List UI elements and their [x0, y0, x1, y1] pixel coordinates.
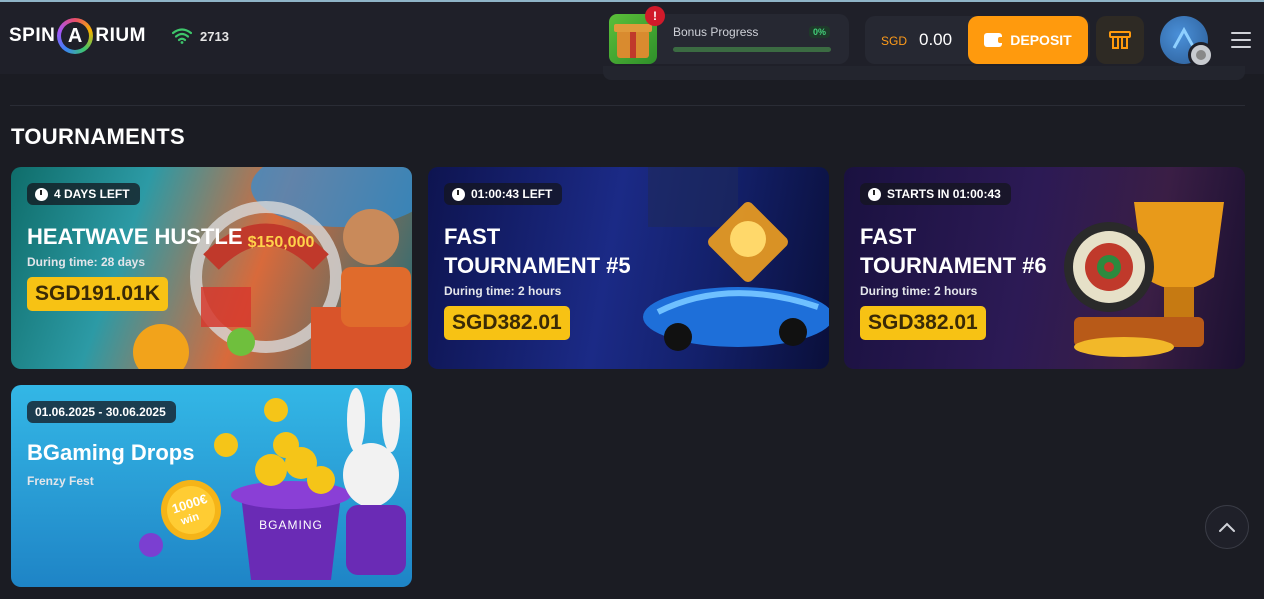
top-header: SPIN A RIUM 2713 ! Bonus Progress 0% SGD…	[0, 2, 1264, 74]
bonus-progress-percent: 0%	[809, 26, 831, 38]
tournament-title-line1: FAST	[860, 224, 917, 249]
tournament-card-fast-6[interactable]: STARTS IN 01:00:43 FAST TOURNAMENT #6 Du…	[844, 167, 1245, 369]
deposit-button[interactable]: DEPOSIT	[968, 16, 1088, 64]
logo-text-right: RIUM	[95, 25, 146, 46]
wallet-currency: SGD	[881, 34, 908, 48]
hamburger-menu-icon[interactable]	[1231, 32, 1251, 48]
section-divider	[10, 105, 1245, 106]
tournament-badge: 01.06.2025 - 30.06.2025	[27, 401, 176, 423]
tournament-card-heatwave[interactable]: $150,000 4 DAYS LEFT HEATWAVE HUSTLE Dur…	[11, 167, 412, 369]
tournament-duration: During time: 28 days	[27, 255, 146, 269]
tournament-icon	[1109, 31, 1131, 49]
tournaments-shortcut-button[interactable]	[1096, 16, 1144, 64]
tournament-title-line1: FAST	[444, 224, 501, 249]
chevron-up-icon	[1219, 522, 1235, 532]
tournament-badge: STARTS IN 01:00:43	[860, 183, 1011, 205]
tournament-prize: SGD382.01	[860, 306, 986, 340]
level-badge-icon	[1188, 42, 1214, 68]
coin-art-label: 1000€ win	[170, 491, 209, 528]
bonus-progress-bar	[673, 47, 831, 52]
online-count: 2713	[200, 28, 229, 44]
svg-text:$150,000: $150,000	[248, 234, 315, 251]
bonus-progress-label: Bonus Progress	[673, 25, 759, 39]
wifi-icon	[172, 28, 192, 44]
tournament-badge: 01:00:43 LEFT	[444, 183, 563, 205]
tournament-title: BGaming Drops	[27, 440, 195, 465]
tournament-subtitle: Frenzy Fest	[27, 474, 94, 488]
tournament-title-line2: TOURNAMENT #6	[860, 253, 1047, 278]
clock-icon	[452, 187, 465, 201]
bonus-alert-badge: !	[645, 6, 665, 26]
user-avatar[interactable]	[1160, 16, 1214, 68]
svg-text:BGAMING: BGAMING	[259, 518, 323, 532]
bonus-progress-widget[interactable]: ! Bonus Progress 0%	[609, 6, 849, 64]
tournament-card-bgaming-drops[interactable]: 1000€ win BGAMING 01.06.2025 - 30.06.202…	[11, 385, 412, 587]
brand-art-label: BGAMING	[259, 518, 323, 532]
clock-icon	[868, 187, 881, 201]
deposit-label: DEPOSIT	[1010, 32, 1072, 48]
tournaments-heading: TOURNAMENTS	[11, 124, 186, 149]
scroll-to-top-button[interactable]	[1205, 505, 1249, 549]
tournament-prize: SGD382.01	[444, 306, 570, 340]
tournament-duration: During time: 2 hours	[444, 284, 562, 298]
header-sub-panel	[603, 66, 1245, 80]
site-logo[interactable]: SPIN A RIUM	[9, 16, 146, 56]
wallet-icon	[984, 33, 1005, 47]
tournament-title: HEATWAVE HUSTLE	[27, 224, 243, 249]
online-players: 2713	[172, 28, 229, 44]
tournament-card-fast-5[interactable]: 01:00:43 LEFT FAST TOURNAMENT #5 During …	[428, 167, 829, 369]
clock-icon	[35, 187, 48, 201]
wallet-amount: 0.00	[919, 30, 953, 49]
tournament-duration: During time: 2 hours	[860, 284, 978, 298]
tournament-badge: 4 DAYS LEFT	[27, 183, 140, 205]
tournament-title-line2: TOURNAMENT #5	[444, 253, 631, 278]
tournament-prize: SGD191.01K	[27, 277, 168, 311]
logo-ring-icon: A	[57, 18, 94, 54]
logo-text-left: SPIN	[9, 25, 56, 46]
